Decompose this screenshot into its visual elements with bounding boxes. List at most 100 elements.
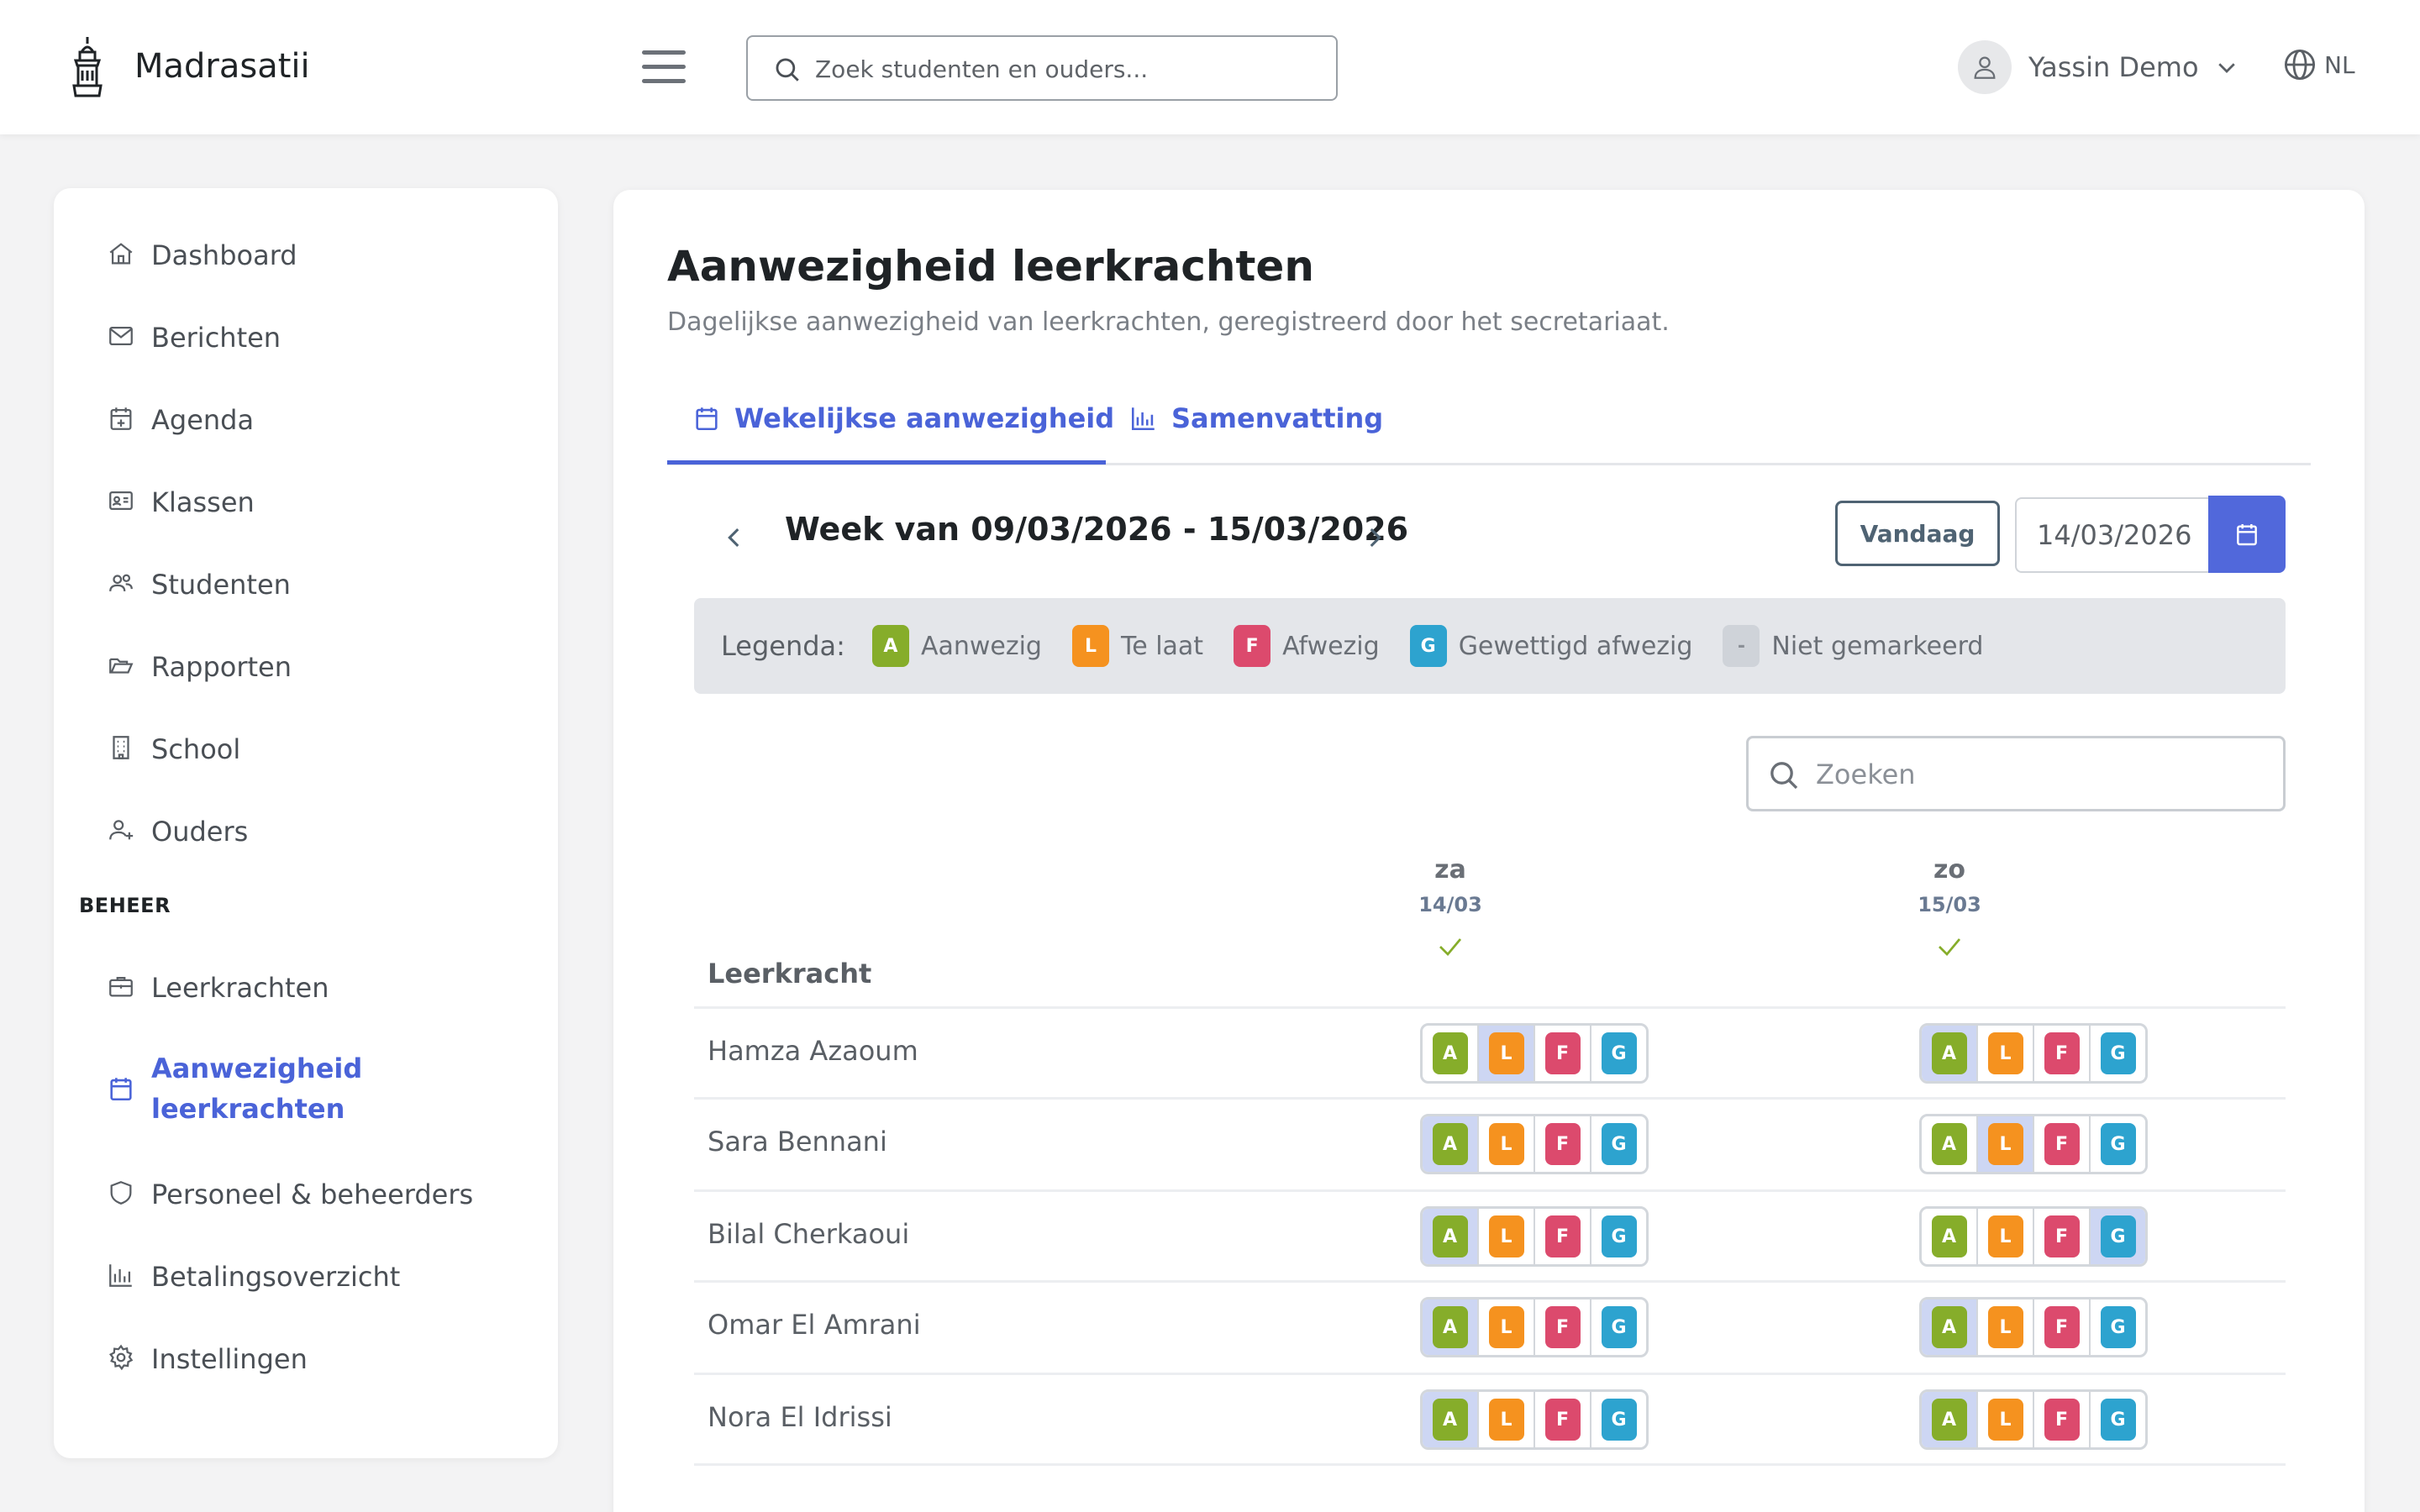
status-option-excused[interactable]: G <box>2091 1299 2145 1355</box>
mark-all-present-button[interactable] <box>1934 932 1965 965</box>
next-week-button[interactable] <box>1358 512 1392 563</box>
status-option-late[interactable]: L <box>1479 1026 1535 1081</box>
sidebar-item-label: Dashboard <box>151 239 297 271</box>
calendar-icon <box>2237 524 2257 546</box>
column-header-teacher: Leerkracht <box>708 958 872 990</box>
status-badge: L <box>1071 625 1109 667</box>
status-option-absent[interactable]: F <box>1535 1026 1591 1081</box>
sidebar-item-label: Studenten <box>151 569 291 601</box>
sidebar-item-leerkrachten[interactable]: Leerkrachten <box>104 968 329 1008</box>
user-name[interactable]: Yassin Demo <box>2028 51 2199 83</box>
status-option-late[interactable]: L <box>1978 1026 2034 1081</box>
sidebar-item-klassen[interactable]: Klassen <box>104 482 255 522</box>
global-search[interactable] <box>746 35 1338 101</box>
status-option-absent[interactable]: F <box>1535 1209 1591 1264</box>
status-option-absent[interactable]: F <box>2034 1026 2091 1081</box>
status-option-absent[interactable]: F <box>2034 1209 2091 1264</box>
status-badge: G <box>1601 1306 1637 1348</box>
sidebar-item-dashboard[interactable]: Dashboard <box>104 235 297 276</box>
sidebar-item-aanwezigheid-leerkrachten[interactable]: Aanwezigheid leerkrachten <box>104 1048 420 1129</box>
legend: Legenda: A Aanwezig L Te laat F Afwezig … <box>694 598 2286 694</box>
page-title: Aanwezigheid leerkrachten <box>667 242 1314 291</box>
status-option-absent[interactable]: F <box>2034 1299 2091 1355</box>
sidebar-item-school[interactable]: School <box>104 729 240 769</box>
sidebar-item-ouders[interactable]: Ouders <box>104 811 248 852</box>
status-option-present[interactable]: A <box>1922 1026 1978 1081</box>
status-option-absent[interactable]: F <box>2034 1116 2091 1172</box>
status-option-excused[interactable]: G <box>1591 1209 1646 1264</box>
sidebar-item-berichten[interactable]: Berichten <box>104 318 281 358</box>
tab-weekly-attendance[interactable]: Wekelijkse aanwezigheid <box>692 373 1114 464</box>
status-option-present[interactable]: A <box>1922 1299 1978 1355</box>
search-icon <box>1770 762 1798 790</box>
attendance-selector: ALFG <box>1919 1389 2148 1450</box>
status-option-excused[interactable]: G <box>2091 1209 2145 1264</box>
home-icon <box>104 237 138 270</box>
calendar-icon <box>104 1072 138 1105</box>
table-search[interactable] <box>1746 736 2286 811</box>
status-option-excused[interactable]: G <box>1591 1299 1646 1355</box>
status-option-late[interactable]: L <box>1978 1392 2034 1447</box>
tab-label: Wekelijkse aanwezigheid <box>734 402 1115 434</box>
status-option-present[interactable]: A <box>1423 1392 1479 1447</box>
sidebar-item-rapporten[interactable]: Rapporten <box>104 647 292 687</box>
tab-summary[interactable]: Samenvatting <box>1129 373 1383 464</box>
sidebar-item-betalingsoverzicht[interactable]: Betalingsoverzicht <box>104 1257 400 1297</box>
status-option-absent[interactable]: F <box>1535 1299 1591 1355</box>
status-option-excused[interactable]: G <box>2091 1026 2145 1081</box>
status-option-present[interactable]: A <box>1423 1026 1479 1081</box>
date-picker-button[interactable] <box>2208 496 2286 573</box>
sidebar-item-label: Klassen <box>151 486 255 518</box>
status-option-absent[interactable]: F <box>2034 1392 2091 1447</box>
status-option-late[interactable]: L <box>1479 1392 1535 1447</box>
status-option-present[interactable]: A <box>1423 1116 1479 1172</box>
sidebar-item-instellingen[interactable]: Instellingen <box>104 1339 308 1379</box>
building-icon <box>104 731 138 764</box>
status-option-excused[interactable]: G <box>1591 1116 1646 1172</box>
menu-toggle-button[interactable] <box>642 50 686 84</box>
id-card-icon <box>104 484 138 517</box>
status-option-present[interactable]: A <box>1922 1392 1978 1447</box>
language-selector[interactable]: NL <box>2282 47 2355 82</box>
status-option-excused[interactable]: G <box>1591 1026 1646 1081</box>
status-option-absent[interactable]: F <box>1535 1116 1591 1172</box>
legend-item-unmarked: - Niet gemarkeerd <box>1723 625 1983 667</box>
status-option-late[interactable]: L <box>1479 1299 1535 1355</box>
status-option-excused[interactable]: G <box>1591 1392 1646 1447</box>
status-option-excused[interactable]: G <box>2091 1116 2145 1172</box>
status-badge: F <box>2044 1215 2080 1257</box>
status-option-late[interactable]: L <box>1479 1116 1535 1172</box>
status-option-present[interactable]: A <box>1423 1209 1479 1264</box>
status-badge: G <box>2100 1032 2136 1074</box>
status-option-absent[interactable]: F <box>1535 1392 1591 1447</box>
day-header-saturday: za 14/03 <box>1366 855 1534 965</box>
logo-icon[interactable] <box>67 35 108 99</box>
status-badge: L <box>1987 1032 2023 1074</box>
today-button[interactable]: Vandaag <box>1835 501 2000 566</box>
status-option-late[interactable]: L <box>1978 1209 2034 1264</box>
date-input[interactable] <box>2015 497 2210 573</box>
status-option-excused[interactable]: G <box>2091 1392 2145 1447</box>
status-option-late[interactable]: L <box>1978 1299 2034 1355</box>
global-search-input[interactable] <box>815 49 1319 89</box>
legend-item-present: A Aanwezig <box>871 625 1042 667</box>
previous-week-button[interactable] <box>718 512 751 563</box>
status-option-late[interactable]: L <box>1479 1209 1535 1264</box>
mark-all-present-button[interactable] <box>1435 932 1465 965</box>
avatar[interactable] <box>1958 40 2012 94</box>
attendance-selector: ALFG <box>1420 1023 1649 1084</box>
page-subtitle: Dagelijkse aanwezigheid van leerkrachten… <box>667 307 1670 337</box>
table-search-input[interactable] <box>1816 753 2270 795</box>
chevron-down-icon[interactable] <box>2214 55 2239 80</box>
user-menu[interactable]: Yassin Demo <box>1958 39 2239 96</box>
sidebar-item-personeel[interactable]: Personeel & beheerders <box>104 1174 473 1215</box>
sidebar-item-agenda[interactable]: Agenda <box>104 400 254 440</box>
user-icon <box>1974 56 1996 79</box>
status-option-present[interactable]: A <box>1922 1209 1978 1264</box>
brand-name[interactable]: Madrasatii <box>134 47 310 86</box>
status-option-present[interactable]: A <box>1922 1116 1978 1172</box>
sidebar-item-studenten[interactable]: Studenten <box>104 564 291 605</box>
status-option-late[interactable]: L <box>1978 1116 2034 1172</box>
attendance-selector: ALFG <box>1919 1206 2148 1267</box>
status-option-present[interactable]: A <box>1423 1299 1479 1355</box>
